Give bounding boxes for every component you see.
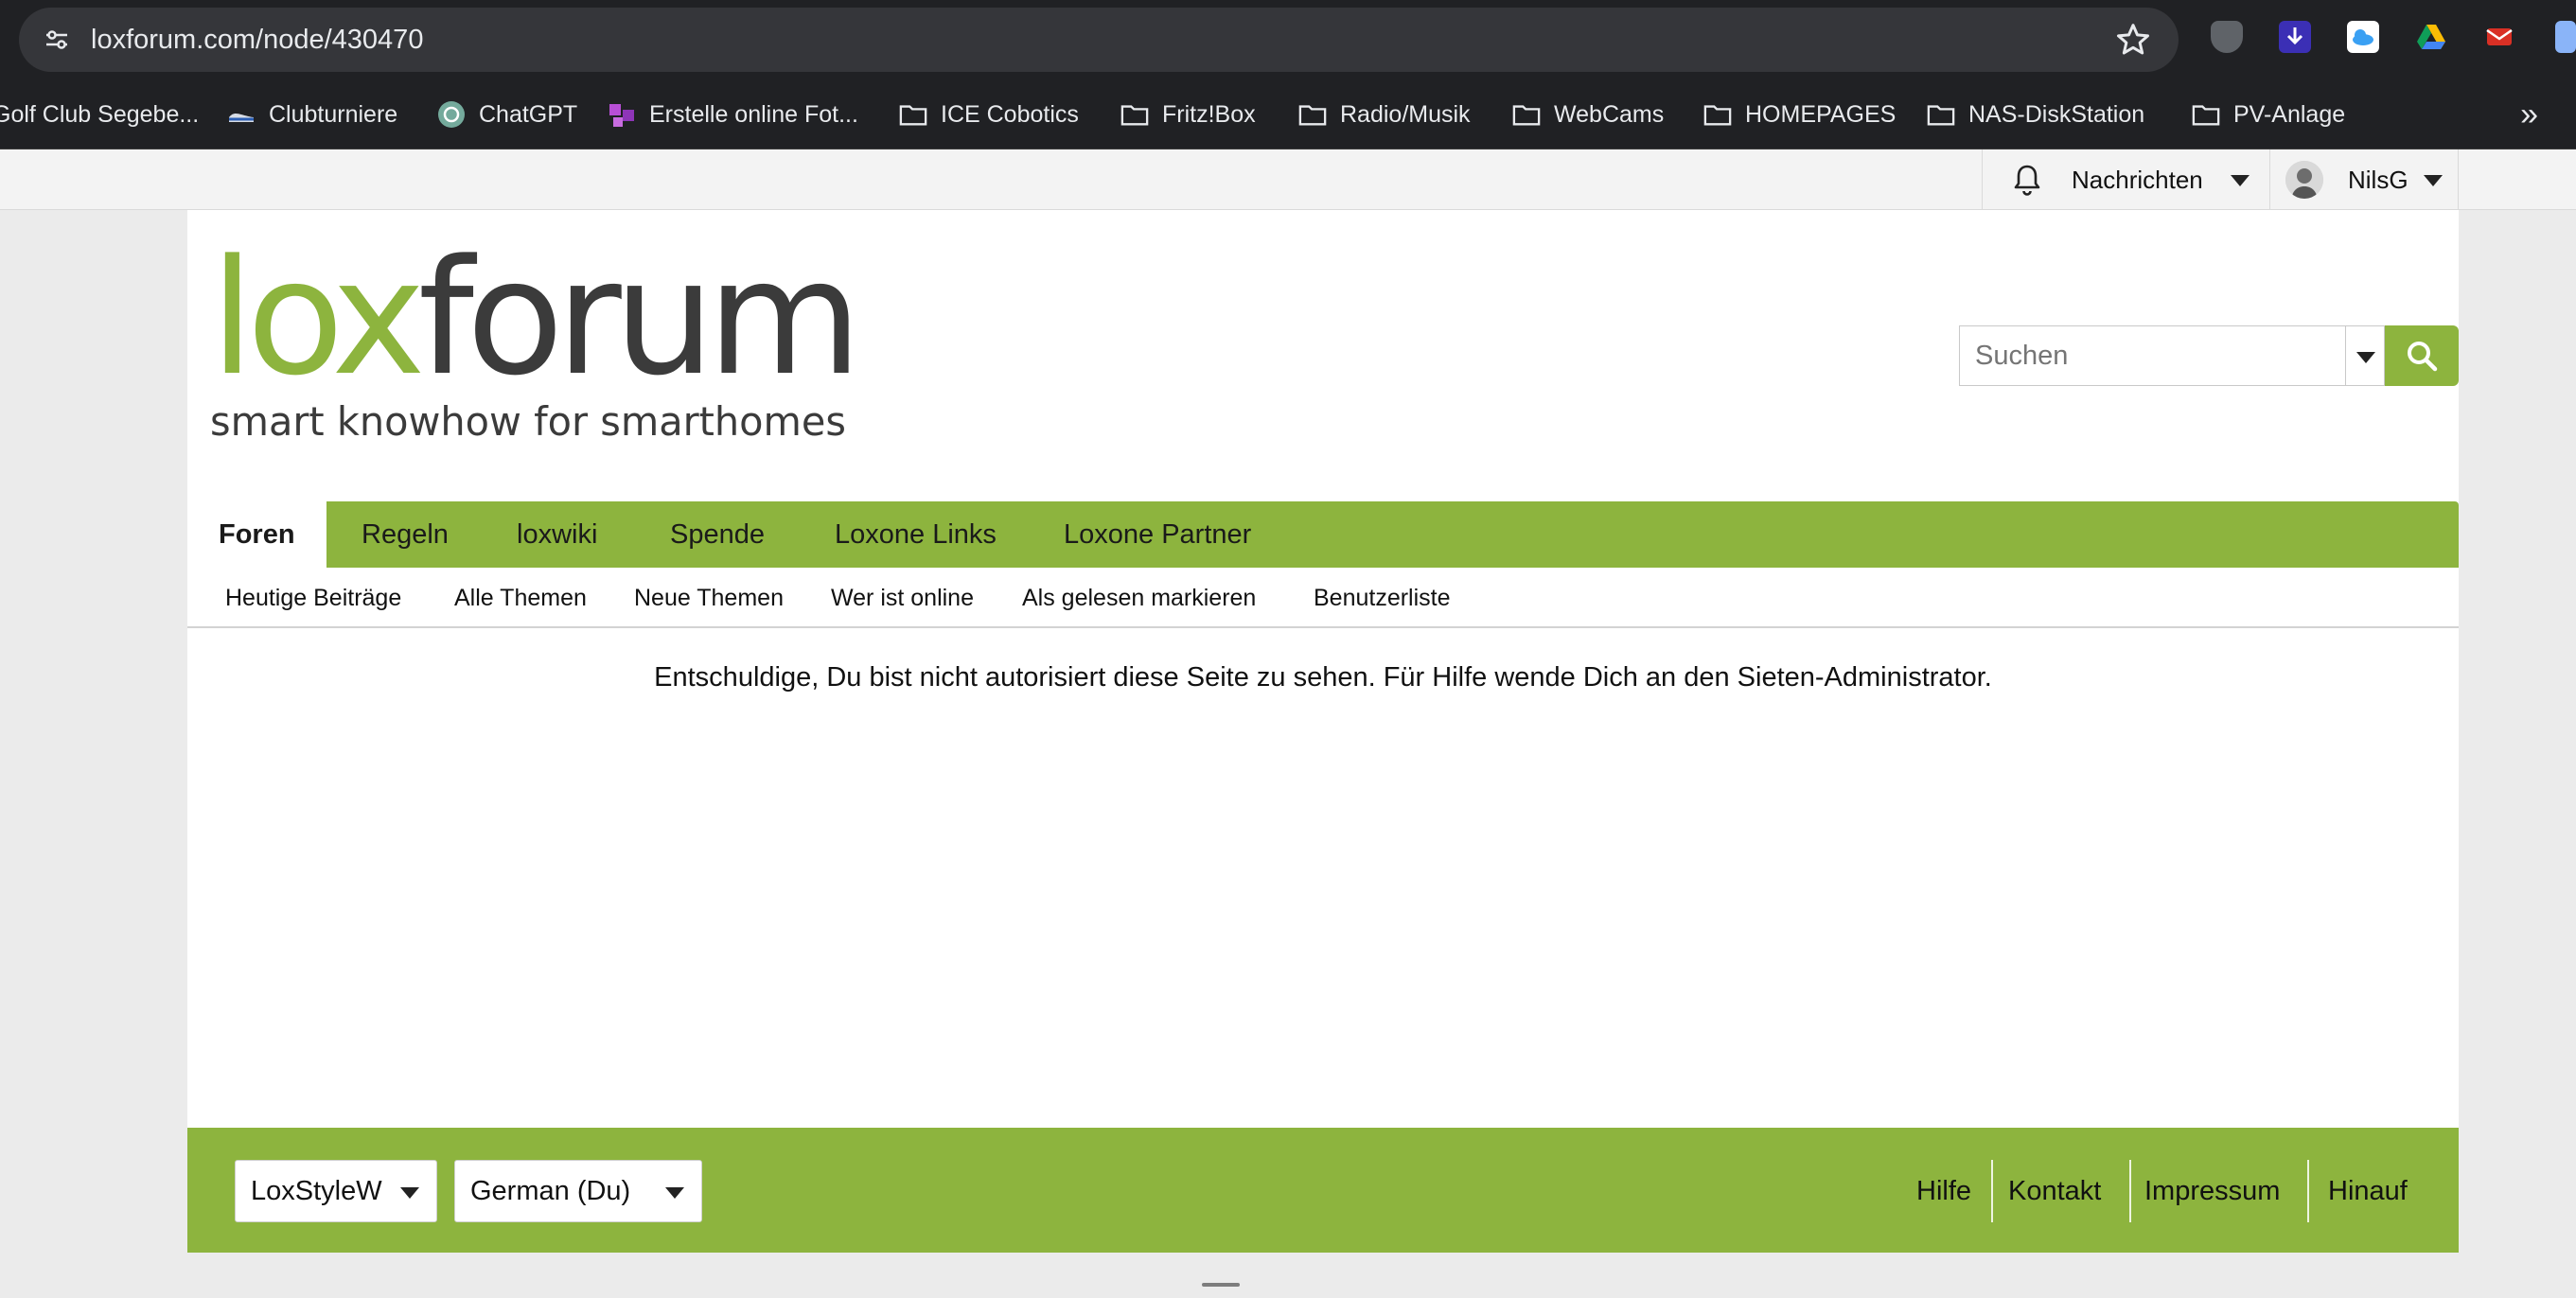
download-extension-icon[interactable] — [2279, 21, 2311, 53]
search-button[interactable] — [2385, 325, 2459, 386]
chevron-down-icon — [2356, 352, 2375, 363]
subnav-als-gelesen-markieren[interactable]: Als gelesen markieren — [1022, 568, 1256, 628]
footer-divider — [2129, 1160, 2131, 1222]
bookmark-label: NAS-DiskStation — [1968, 100, 2145, 128]
sub-navigation: Heutige Beiträge Alle Themen Neue Themen… — [187, 568, 2459, 628]
style-select-value: LoxStyleW — [251, 1176, 382, 1206]
bookmark-label: Golf Club Segebe... — [0, 100, 200, 128]
folder-icon — [1927, 100, 1955, 129]
avatar — [2285, 161, 2323, 199]
bookmark-homepages[interactable]: HOMEPAGES — [1703, 79, 1896, 149]
more-bookmarks-chevron-icon[interactable]: » — [2520, 79, 2538, 149]
style-select[interactable]: LoxStyleW — [235, 1160, 437, 1222]
bookmark-label: Erstelle online Fot... — [649, 100, 858, 128]
chevron-down-icon — [2231, 175, 2250, 186]
search-icon — [2408, 342, 2438, 372]
icloud-extension-icon[interactable] — [2347, 21, 2379, 53]
subnav-wer-ist-online[interactable]: Wer ist online — [831, 568, 974, 628]
username-label: NilsG — [2348, 166, 2408, 194]
footer-link-impressum[interactable]: Impressum — [2144, 1160, 2280, 1222]
address-bar[interactable]: loxforum.com/node/430470 — [19, 8, 2179, 72]
tab-regeln[interactable]: Regeln — [362, 501, 449, 568]
language-select[interactable]: German (Du) — [454, 1160, 702, 1222]
bookmark-erstelle-fotos[interactable]: Erstelle online Fot... — [608, 79, 858, 149]
chatgpt-icon — [437, 100, 466, 129]
site-settings-icon[interactable] — [38, 21, 76, 59]
chevron-down-icon — [400, 1187, 419, 1199]
site-logo[interactable]: loxforum smart knowhow for smarthomes — [210, 225, 862, 447]
chevron-down-icon — [665, 1187, 684, 1199]
extension-icon[interactable] — [2555, 21, 2576, 53]
bookmark-pv-anlage[interactable]: PV-Anlage — [2192, 79, 2345, 149]
bell-icon — [2011, 163, 2043, 197]
google-drive-extension-icon[interactable] — [2415, 21, 2447, 53]
bookmark-fritzbox[interactable]: Fritz!Box — [1120, 79, 1256, 149]
shield-extension-icon[interactable] — [2211, 21, 2243, 53]
search-input[interactable] — [1959, 325, 2345, 386]
shoe-icon — [227, 100, 256, 129]
logo-wordmark: loxforum — [210, 248, 854, 411]
folder-icon — [1703, 100, 1732, 129]
bookmark-label: ChatGPT — [479, 100, 578, 128]
not-authorized-message: Entschuldige, Du bist nicht autorisiert … — [654, 662, 1992, 693]
footer-link-hinauf[interactable]: Hinauf — [2328, 1160, 2408, 1222]
bookmark-label: PV-Anlage — [2233, 100, 2346, 128]
bookmark-label: Radio/Musik — [1340, 100, 1471, 128]
page-scroll-hint — [1202, 1283, 1240, 1287]
tab-spende[interactable]: Spende — [670, 501, 765, 568]
bookmark-golf-club[interactable]: Golf Club Segebe... — [0, 79, 199, 149]
tab-loxone-links[interactable]: Loxone Links — [835, 501, 997, 568]
tab-foren[interactable]: Foren — [187, 501, 326, 568]
user-menu[interactable]: NilsG — [2269, 149, 2459, 210]
folder-icon — [1512, 100, 1541, 129]
subnav-heutige-beitraege[interactable]: Heutige Beiträge — [225, 568, 401, 628]
footer-link-hilfe[interactable]: Hilfe — [1916, 1160, 1971, 1222]
bookmark-ice-cobotics[interactable]: ICE Cobotics — [899, 79, 1079, 149]
tab-loxone-partner[interactable]: Loxone Partner — [1064, 501, 1251, 568]
bookmark-chatgpt[interactable]: ChatGPT — [437, 79, 577, 149]
browser-toolbar: loxforum.com/node/430470 — [0, 0, 2576, 79]
main-navigation: Foren Regeln loxwiki Spende Loxone Links… — [187, 501, 2459, 568]
search-box — [1959, 325, 2459, 386]
bookmark-webcams[interactable]: WebCams — [1512, 79, 1664, 149]
bookmark-label: Fritz!Box — [1162, 100, 1256, 128]
bookmark-label: WebCams — [1554, 100, 1665, 128]
bookmark-star-icon[interactable] — [2114, 21, 2152, 59]
bookmark-label: ICE Cobotics — [941, 100, 1079, 128]
notifications-menu[interactable]: Nachrichten — [1982, 149, 2269, 210]
bookmarks-bar: Golf Club Segebe... Clubturniere ChatGPT… — [0, 79, 2576, 149]
url-text[interactable]: loxforum.com/node/430470 — [91, 8, 423, 72]
bookmark-clubturniere[interactable]: Clubturniere — [227, 79, 397, 149]
subnav-alle-themen[interactable]: Alle Themen — [454, 568, 587, 628]
bookmark-label: Clubturniere — [269, 100, 398, 128]
photo-app-icon — [608, 100, 636, 129]
subnav-benutzerliste[interactable]: Benutzerliste — [1314, 568, 1451, 628]
folder-icon — [1298, 100, 1327, 129]
folder-icon — [1120, 100, 1149, 129]
footer-divider — [2307, 1160, 2309, 1222]
search-options-dropdown[interactable] — [2345, 325, 2385, 386]
notifications-label: Nachrichten — [2072, 166, 2203, 194]
site-footer: LoxStyleW German (Du) Hilfe Kontakt Impr… — [187, 1128, 2459, 1253]
bookmark-radio-musik[interactable]: Radio/Musik — [1298, 79, 1471, 149]
folder-icon — [2192, 100, 2220, 129]
tab-loxwiki[interactable]: loxwiki — [517, 501, 597, 568]
logo-tagline: smart knowhow for smarthomes — [210, 398, 846, 445]
bookmark-nas-diskstation[interactable]: NAS-DiskStation — [1927, 79, 2144, 149]
mail-extension-icon[interactable] — [2483, 21, 2515, 53]
footer-divider — [1991, 1160, 1993, 1222]
folder-icon — [899, 100, 927, 129]
footer-link-kontakt[interactable]: Kontakt — [2008, 1160, 2101, 1222]
language-select-value: German (Du) — [470, 1176, 631, 1206]
bookmark-label: HOMEPAGES — [1745, 100, 1897, 128]
subnav-neue-themen[interactable]: Neue Themen — [634, 568, 784, 628]
chevron-down-icon — [2424, 175, 2443, 186]
